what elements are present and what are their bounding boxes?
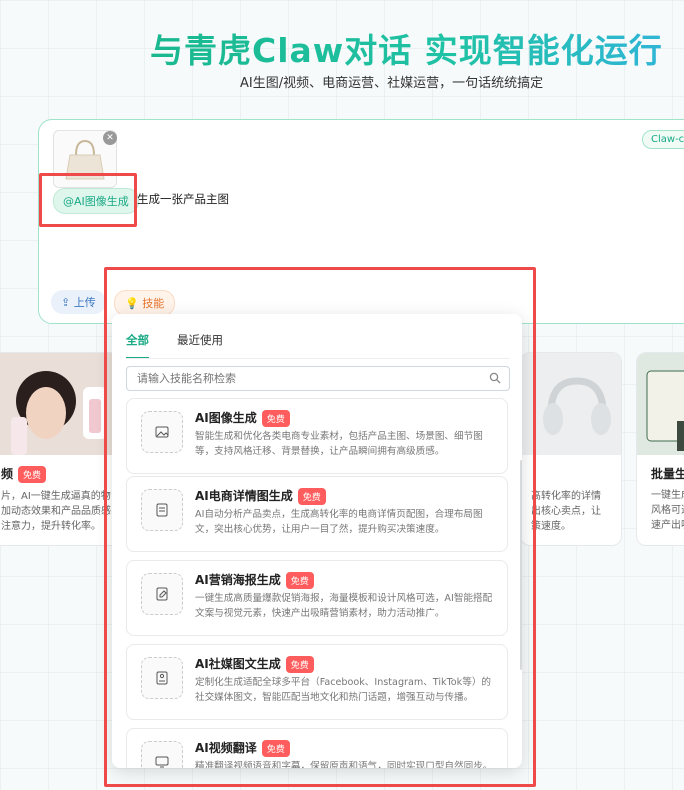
image-icon	[141, 411, 183, 453]
skill-title: AI营销海报生成 免费	[195, 571, 314, 589]
bg-card-title: 频免费	[1, 465, 121, 483]
skill-card-image-gen[interactable]: AI图像生成 免费 智能生成和优化各类电商专业素材，包括产品主图、场景图、细节图等…	[126, 398, 508, 474]
search-icon[interactable]	[489, 372, 501, 384]
free-badge: 免费	[285, 656, 314, 673]
hero-title: 与青虎Claw对话 实现智能化运行	[150, 24, 663, 72]
skill-desc: 智能生成和优化各类电商专业素材，包括产品主图、场景图、细节图等，支持风格迁移、背…	[195, 431, 483, 457]
free-badge: 免费	[297, 488, 326, 505]
handbag-image	[65, 139, 105, 180]
video-translate-icon	[141, 741, 183, 768]
bg-card-desc: 一键生成 风格可选 速产出吸	[651, 490, 684, 531]
skill-desc: 一键生成高质量爆款促销海报，海量模板和设计风格可选，AI智能搭配文案与视觉元素，…	[195, 593, 493, 619]
skill-list-scrollbar[interactable]	[520, 460, 522, 670]
free-badge: 免费	[18, 466, 47, 483]
free-badge: 免费	[285, 572, 314, 589]
skill-title: AI社媒图文生成 免费	[195, 655, 314, 673]
free-badge: 免费	[261, 410, 290, 427]
remove-image-icon[interactable]: ✕	[103, 131, 117, 145]
skill-card-social-gen[interactable]: AI社媒图文生成 免费 定制化生成适配全球多平台（Facebook、Instagr…	[126, 644, 508, 720]
skill-desc: 精准翻译视频语音和字幕，保留原声和语气，同时实现口型自然同步。	[195, 761, 493, 768]
skill-title: AI视频翻译 免费	[195, 739, 290, 757]
prompt-text[interactable]: 生成一张产品主图	[137, 191, 229, 207]
bg-card-detail[interactable]: 高转化率的详情 出核心卖点，让 策速度。	[520, 352, 622, 546]
free-badge: 免费	[261, 740, 290, 757]
tabs-divider	[126, 358, 510, 359]
bg-card-video[interactable]: 频免费 片，AI一键生成逼真的物 加动态效果和产品品质感 注意力，提升转化率。	[0, 352, 122, 546]
bg-card-image	[0, 353, 121, 455]
skill-card-poster-gen[interactable]: AI营销海报生成 免费 一键生成高质量爆款促销海报，海量模板和设计风格可选，AI智…	[126, 560, 508, 636]
bg-card-title: 批量生	[651, 467, 684, 481]
upload-button[interactable]: ⇪ 上传	[51, 290, 106, 314]
skill-title: AI电商详情图生成 免费	[195, 487, 326, 505]
bg-card-desc: 片，AI一键生成逼真的物 加动态效果和产品品质感 注意力，提升转化率。	[1, 491, 111, 532]
skill-search-box[interactable]	[126, 366, 510, 391]
chat-input-box[interactable]: ✕ Claw-c2 @AI图像生成 生成一张产品主图 ⇪ 上传 💡 技能	[38, 119, 684, 324]
bg-card-desc: 高转化率的详情 出核心卖点，让 策速度。	[531, 491, 601, 532]
skills-popup: 全部 最近使用 AI图像生成免费 智能生成和优化各类电商专业素材，包括产品主图、…	[112, 314, 522, 768]
skills-tabs: 全部 最近使用	[126, 332, 223, 359]
bg-card-image	[637, 353, 684, 455]
model-selector[interactable]: Claw-c2	[642, 130, 684, 149]
tab-all[interactable]: 全部	[126, 332, 149, 359]
bg-card-batch[interactable]: 批量生 一键生成 风格可选 速产出吸	[636, 352, 684, 546]
skill-tag-chip[interactable]: @AI图像生成	[53, 188, 139, 214]
hero-subtitle: AI生图/视频、电商运营、社媒运营，一句话统统搞定	[240, 76, 544, 91]
social-post-icon	[141, 657, 183, 699]
skill-card-detail-gen[interactable]: AI电商详情图生成 免费 AI自动分析产品卖点，生成高转化率的电商详情页配图，合理…	[126, 476, 508, 552]
skill-card-video-translate[interactable]: AI视频翻译 免费 精准翻译视频语音和字幕，保留原声和语气，同时实现口型自然同步。	[126, 728, 508, 768]
skill-desc: AI自动分析产品卖点，生成高转化率的电商详情页配图，合理布局图文，突出核心优势，…	[195, 509, 483, 535]
skill-title: AI图像生成 免费	[195, 409, 290, 427]
bg-card-image	[521, 353, 621, 455]
document-icon	[141, 489, 183, 531]
lightbulb-icon: 💡	[125, 297, 139, 310]
skill-desc: 定制化生成适配全球多平台（Facebook、Instagram、TikTok等）…	[195, 677, 492, 703]
skill-search-input[interactable]	[127, 367, 467, 390]
skill-button[interactable]: 💡 技能	[114, 290, 176, 316]
tab-recent[interactable]: 最近使用	[177, 332, 223, 359]
edit-poster-icon	[141, 573, 183, 615]
upload-icon: ⇪	[61, 296, 71, 309]
